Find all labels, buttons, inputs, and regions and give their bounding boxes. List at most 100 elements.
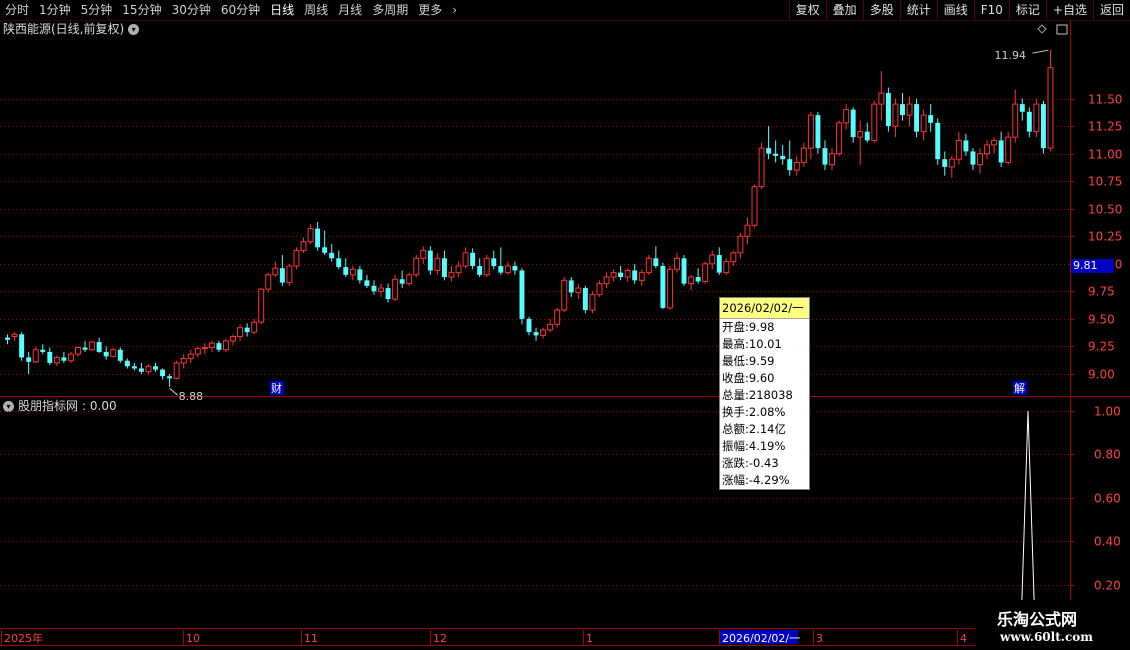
labels-group: 11.94 8.88 财 解 (169, 24, 1068, 403)
candle-body (293, 250, 300, 267)
axes: 11.5011.2511.0010.7510.5010.2510.009.759… (0, 20, 1130, 646)
candle-body (103, 351, 109, 357)
candle-body (871, 103, 878, 141)
indicator-tick-label: 0.60 (1094, 492, 1121, 506)
candle-body (462, 252, 469, 267)
tool-button-7[interactable]: +自选 (1045, 0, 1093, 20)
timeframe-tab-10[interactable]: 更多 (413, 0, 447, 20)
indicator-group (1020, 410, 1036, 629)
timeframe-tab-0[interactable]: 分时 (0, 0, 34, 20)
candle-body (1026, 111, 1032, 132)
price-tick-label: 10.50 (1088, 203, 1122, 217)
indicator-tick-label: 0.20 (1094, 579, 1121, 593)
candle-body (963, 140, 969, 152)
tool-button-5[interactable]: F10 (973, 0, 1009, 20)
tool-button-0[interactable]: 复权 (788, 0, 826, 20)
price-tick-label: 11.25 (1088, 120, 1122, 134)
candle-body (5, 337, 10, 340)
tool-button-4[interactable]: 画线 (936, 0, 974, 20)
candle-body (596, 283, 603, 296)
tool-buttons: 复权 叠加 多股 统计 画线 F10 标记 +自选 返回 (788, 0, 1130, 20)
candle-body (131, 366, 137, 369)
candle-body (498, 266, 504, 273)
candle-body (716, 255, 722, 273)
chevron-down-icon[interactable]: ▾ (3, 400, 14, 412)
marker-text: 财 (271, 381, 282, 395)
candle-body (455, 265, 462, 274)
candle-body (807, 114, 814, 149)
candle-body (1012, 103, 1019, 138)
marker-text: 解 (1014, 381, 1025, 395)
chevron-down-icon[interactable]: ▾ (128, 23, 140, 35)
tool-button-6[interactable]: 标记 (1008, 0, 1046, 20)
timeframe-tab-5[interactable]: 60分钟 (216, 0, 265, 20)
candle-body (857, 131, 864, 138)
timeframe-tab-3[interactable]: 15分钟 (117, 0, 166, 20)
timeframe-tab-6[interactable]: 日线 (265, 0, 299, 20)
candle-body (589, 294, 596, 311)
tool-button-3[interactable]: 统计 (899, 0, 937, 20)
candle-body (632, 270, 638, 281)
candle-body (153, 366, 158, 370)
candle-body (322, 247, 328, 253)
candle-body (124, 360, 130, 367)
candle-body (223, 340, 229, 351)
chevron-right-icon[interactable]: › (447, 0, 462, 20)
candle-body (187, 353, 194, 360)
indicator-tick-label: 0.80 (1094, 448, 1121, 462)
candle-body (448, 272, 455, 278)
candle-body (251, 321, 258, 333)
candle-tooltip: 2026/02/02/一 开盘:9.98 最高:10.01 最低:9.59 收盘:9.… (719, 297, 810, 490)
tool-button-2[interactable]: 多股 (862, 0, 900, 20)
candle-body (836, 122, 843, 155)
candle-body (47, 351, 53, 363)
candle-body (780, 155, 786, 160)
tooltip-row: 涨幅:-4.29% (722, 473, 790, 487)
tooltip-row: 涨跌:-0.43 (722, 456, 779, 470)
indicator-title: 股朋指标网 (18, 399, 79, 413)
date-label: 4 (960, 632, 967, 645)
candle-body (349, 268, 356, 276)
candle-body (955, 139, 962, 160)
candle-body (773, 153, 779, 156)
candle-body (504, 265, 511, 274)
candle-body (681, 258, 687, 284)
candle-body (470, 252, 476, 267)
candle-body (427, 250, 433, 271)
tool-button-8[interactable]: 返回 (1092, 0, 1130, 20)
tooltip-rows: 开盘:9.98 最高:10.01 最低:9.59 收盘:9.60 总量:218038 换手… (720, 319, 809, 489)
timeframe-tab-2[interactable]: 5分钟 (76, 0, 118, 20)
tooltip-row: 换手:2.08% (722, 405, 786, 419)
timeframe-tab-4[interactable]: 30分钟 (167, 0, 216, 20)
candle-body (800, 147, 807, 163)
timeframe-tab-1[interactable]: 1分钟 (34, 0, 76, 20)
candle-body (329, 252, 335, 259)
candle-body (540, 329, 547, 336)
candle-body (75, 347, 81, 355)
candle-body (160, 369, 166, 377)
candle-body (512, 266, 518, 271)
candle-body (885, 93, 891, 127)
candle-body (244, 327, 250, 333)
tool-button-1[interactable]: 叠加 (825, 0, 863, 20)
timeframe-tab-9[interactable]: 多周期 (367, 0, 413, 20)
candle-body (610, 272, 617, 278)
candle-body (61, 357, 67, 361)
candle-body (138, 368, 144, 372)
candle-body (660, 266, 666, 308)
date-label: 2026/02/02/一 (722, 632, 800, 645)
timeframe-tab-7[interactable]: 周线 (299, 0, 333, 20)
candle-body (766, 148, 772, 154)
watermark-url: www.60lt.com (1000, 630, 1093, 644)
low-label: 8.88 (179, 390, 204, 403)
date-label: 1 (586, 632, 593, 645)
candle-body (216, 343, 222, 350)
candle-body (892, 103, 899, 127)
price-tick-label: 11.50 (1088, 93, 1122, 107)
candle-body (582, 288, 588, 311)
indicator-line (1020, 410, 1036, 629)
candle-body (702, 263, 709, 282)
timeframe-tab-8[interactable]: 月线 (333, 0, 367, 20)
diamond-icon (1037, 24, 1047, 34)
price-tick-label: 9.50 (1088, 313, 1115, 327)
